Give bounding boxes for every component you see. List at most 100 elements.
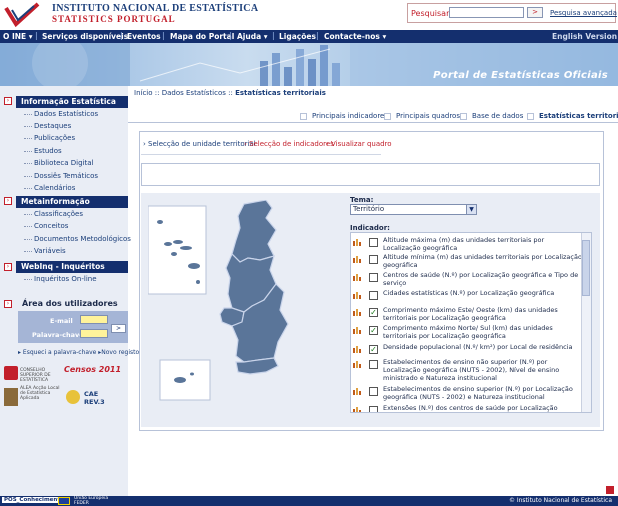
mainland-regions[interactable] [219, 200, 289, 375]
indicator-checkbox[interactable]: ✓ [369, 308, 378, 317]
sidebar-section-webinq[interactable]: WebInq - Inquéritos [16, 261, 128, 273]
step-label[interactable]: Selecção de indicadores [249, 140, 334, 148]
search-go-button[interactable]: > [527, 7, 543, 18]
nav-eventos[interactable]: Eventos [127, 32, 161, 41]
portugal-map[interactable] [148, 200, 344, 420]
alea-logo-icon[interactable] [4, 388, 18, 406]
cse-logo-icon[interactable] [4, 366, 18, 380]
sidebar-item-classificacoes[interactable]: Classificações [34, 210, 83, 218]
indicator-checkbox[interactable] [369, 406, 378, 412]
chart-icon[interactable] [353, 387, 362, 395]
nav-ine[interactable]: O INE ▾ [3, 32, 33, 41]
advanced-search-link[interactable]: Pesquisa avançada [550, 9, 617, 17]
sidebar-item-documentos[interactable]: Documentos Metodológicos [34, 235, 131, 243]
sidebar-item-inqueritos[interactable]: Inquéritos On-line [34, 275, 97, 283]
sidebar-item-calendarios[interactable]: Calendários [34, 184, 75, 192]
chevron-down-icon[interactable]: ▼ [466, 205, 476, 214]
breadcrumb-sep: :: [154, 89, 162, 97]
register-link[interactable]: Novo registo [101, 349, 139, 356]
indicator-checkbox[interactable] [369, 387, 378, 396]
tab-icon [460, 113, 467, 120]
nav-servicos[interactable]: Serviços disponíveis [42, 32, 128, 41]
indicator-checkbox[interactable] [369, 360, 378, 369]
sidebar-section-metainformacao[interactable]: Metainformação [16, 196, 128, 208]
nav-ajuda[interactable]: Ajuda ▾ [237, 32, 268, 41]
search-input[interactable] [449, 7, 524, 18]
indicator-label: Comprimento máximo Este/ Oeste (km) das … [383, 306, 558, 322]
indicator-checkbox[interactable] [369, 291, 378, 300]
sidebar-item-dados-estatisticos[interactable]: Dados Estatísticos [34, 110, 98, 118]
sidebar-item-dossies[interactable]: Dossiês Temáticos [34, 172, 98, 180]
tree-dots [24, 163, 32, 164]
sidebar-item-publicacoes[interactable]: Publicações [34, 134, 75, 142]
step-unidade-territorial[interactable]: › Selecção de unidade territorial [143, 140, 256, 148]
indicator-checkbox[interactable]: ✓ [369, 345, 378, 354]
tema-select[interactable]: Território [350, 204, 477, 215]
nav-contacte[interactable]: Contacte-nos ▾ [324, 32, 386, 41]
tab-icon [300, 113, 307, 120]
ine-logo-icon[interactable] [4, 2, 44, 28]
chart-icon[interactable] [353, 345, 362, 353]
nav-mapa[interactable]: Mapa do Portal [170, 32, 234, 41]
accessibility-icon[interactable] [605, 485, 615, 495]
password-field[interactable] [80, 329, 108, 338]
breadcrumb-level1[interactable]: Dados Estatísticos [162, 89, 226, 97]
tab-principais-quadros[interactable]: Principais quadros [396, 112, 460, 120]
expand-arrow-icon[interactable]: › [4, 263, 12, 271]
nav-separator: | [35, 31, 38, 40]
nav-ligacoes[interactable]: Ligações [279, 32, 316, 41]
cse-logo-text[interactable]: CONSELHO SUPERIOR DE ESTATÍSTICA [20, 368, 62, 383]
forgot-label[interactable]: Esqueci a palavra-chave [23, 349, 96, 356]
breadcrumb-home[interactable]: Início [134, 89, 153, 97]
sidebar-item-conceitos[interactable]: Conceitos [34, 222, 68, 230]
chart-icon[interactable] [353, 326, 362, 334]
cae-logo-icon[interactable] [66, 390, 80, 404]
step-label[interactable]: Visualizar quadro [331, 140, 392, 148]
expand-arrow-icon[interactable]: › [4, 300, 12, 308]
english-version-link[interactable]: English Version [552, 32, 617, 41]
indicator-checkbox[interactable] [369, 255, 378, 264]
step-indicadores[interactable]: › Selecção de indicadores [244, 140, 334, 148]
scrollbar-thumb[interactable] [582, 240, 590, 296]
chart-icon[interactable] [353, 273, 362, 281]
censos-logo[interactable]: Censos 2011 [64, 365, 122, 383]
sidebar-item-variaveis[interactable]: Variáveis [34, 247, 66, 255]
list-item: Cidades estatísticas (N.º) por Localizaç… [353, 289, 581, 300]
sidebar-item-biblioteca[interactable]: Biblioteca Digital [34, 159, 93, 167]
eu-flag-icon[interactable] [58, 497, 70, 505]
chart-icon[interactable] [353, 255, 362, 263]
step-visualizar-quadro[interactable]: › Visualizar quadro [326, 140, 392, 148]
eu-logo-text[interactable]: União Europeia FEDER [74, 496, 114, 506]
expand-arrow-icon[interactable]: › [4, 97, 12, 105]
indicator-label: Estabelecimentos de ensino superior (N.º… [383, 385, 573, 401]
nav-separator: | [316, 31, 319, 40]
tab-estatisticas-territoriais[interactable]: Estatísticas territoriais [539, 112, 618, 120]
list-item: Altitude máxima (m) das unidades territo… [353, 236, 581, 252]
step-label[interactable]: Selecção de unidade territorial [148, 140, 256, 148]
tab-principais-indicadores[interactable]: Principais indicadores [312, 112, 388, 120]
chart-icon[interactable] [353, 291, 362, 299]
indicator-checkbox[interactable]: ✓ [369, 326, 378, 335]
chart-icon[interactable] [353, 238, 362, 246]
tree-dots [24, 226, 32, 227]
email-field[interactable] [80, 315, 108, 324]
sidebar-item-destaques[interactable]: Destaques [34, 122, 71, 130]
sidebar-item-estudos[interactable]: Estudos [34, 147, 62, 155]
tab-icon [527, 113, 534, 120]
sidebar-section-informacao[interactable]: Informação Estatística [16, 96, 128, 108]
login-button[interactable]: > [111, 324, 126, 333]
banner-title: Portal de Estatísticas Oficiais [433, 70, 608, 81]
indicator-checkbox[interactable] [369, 238, 378, 247]
list-item: ✓ Comprimento máximo Norte/ Sul (km) das… [353, 324, 581, 340]
alea-logo-text[interactable]: ALEA Acção Local de Estatística Aplicada [20, 386, 60, 401]
org-name-en: STATISTICS PORTUGAL [52, 14, 176, 24]
expand-arrow-icon[interactable]: › [4, 197, 12, 205]
cae-logo-text[interactable]: CAE REV.3 [84, 390, 120, 406]
pos-logo[interactable]: POS_Conhecimento [2, 497, 66, 503]
indicator-checkbox[interactable] [369, 273, 378, 282]
chart-icon[interactable] [353, 406, 362, 413]
forgot-password-link[interactable]: ▸ Esqueci a palavra-chave ▸Novo registo [18, 349, 139, 356]
chart-icon[interactable] [353, 360, 362, 368]
chart-icon[interactable] [353, 308, 362, 316]
tab-base-dados[interactable]: Base de dados [472, 112, 523, 120]
